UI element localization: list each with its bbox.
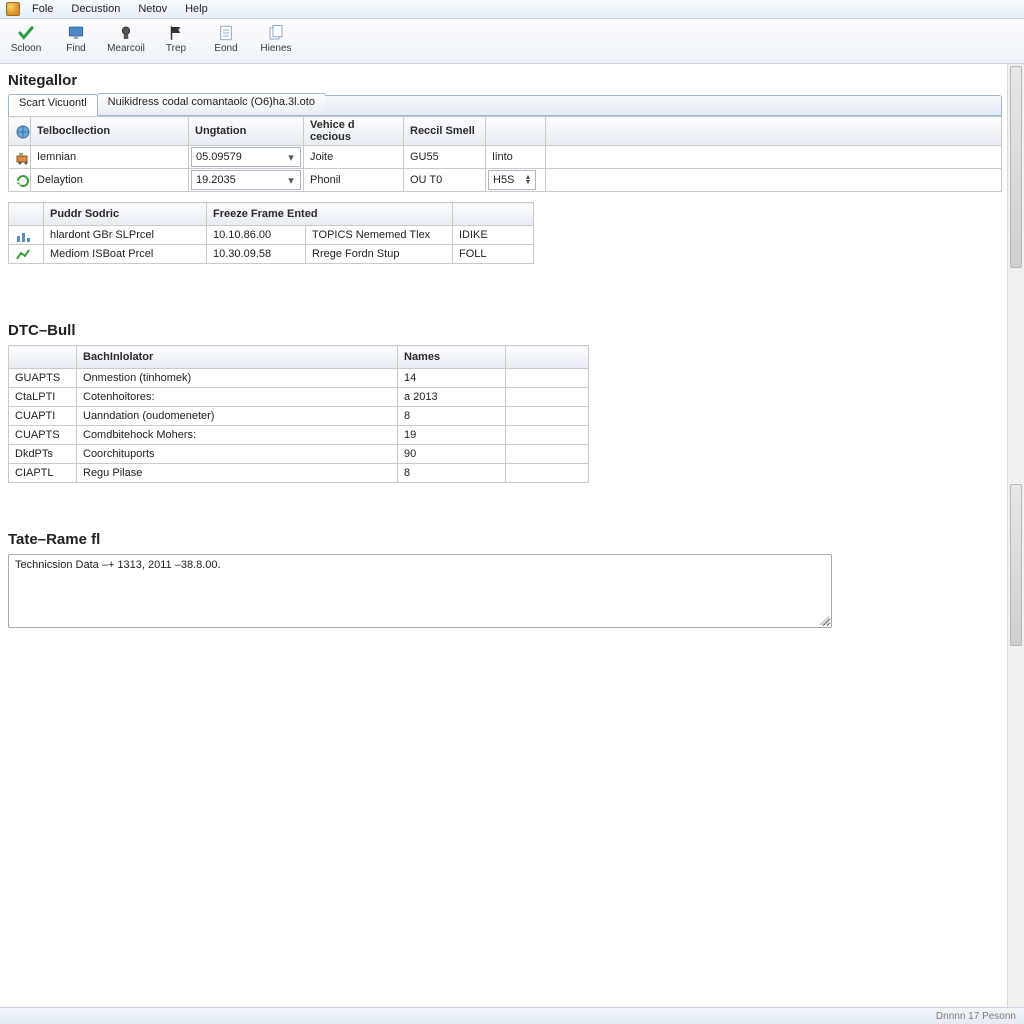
dtc-title: DTC–Bull xyxy=(8,322,1002,339)
flag-icon xyxy=(166,24,186,42)
freeze-cell: Rrege Fordn Stup xyxy=(306,245,453,264)
dtc-row: CUAPTIUanndation (oudomeneter)8 xyxy=(9,407,589,426)
dtc-title-text: DTC–Bull xyxy=(8,322,76,339)
vehicle-row: Delaytion 19.2035 ▾ Phonil OU T0 H5S ▲▼ xyxy=(9,169,1002,192)
tate-title-text: Tate–Rame fl xyxy=(8,531,100,548)
vehicle-cell: Phonil xyxy=(304,169,404,192)
main-content: Nitegallor Scart Vicuontl Nuikidress cod… xyxy=(2,64,1008,1010)
find-button[interactable]: Find xyxy=(54,21,98,65)
corner-cell xyxy=(9,117,31,146)
vehicle-label: Delaytion xyxy=(31,169,189,192)
freeze-row: Mediom ISBoat Prcel 10.30.09.58 Rrege Fo… xyxy=(9,245,534,264)
status-text: Dnnnn 17 Pesonn xyxy=(936,1011,1016,1022)
menu-item-help[interactable]: Help xyxy=(177,2,216,16)
page-title: Nitegallor xyxy=(8,72,1002,89)
freeze-cell: TOPICS Nememed Tlex xyxy=(306,226,453,245)
col-blank xyxy=(453,203,534,226)
freeze-table: Puddr Sodric Freeze Frame Ented hlardont… xyxy=(8,202,534,264)
dtc-row: CIAPTLRegu Pilase8 xyxy=(9,464,589,483)
check-icon xyxy=(16,24,36,42)
freeze-cell: Mediom ISBoat Prcel xyxy=(44,245,207,264)
freeze-cell: FOLL xyxy=(453,245,534,264)
col-blank xyxy=(486,117,546,146)
combo-value: 19.2035 xyxy=(196,174,236,186)
menu-item-fole[interactable]: Fole xyxy=(24,2,61,16)
menu-bar: Fole Decustion Netov Help xyxy=(0,0,1024,19)
globe-icon xyxy=(15,124,31,138)
vehicle-cell: OU T0 xyxy=(404,169,486,192)
freeze-cell: IDIKE xyxy=(453,226,534,245)
menu-item-netov[interactable]: Netov xyxy=(130,2,175,16)
chart-bar-icon xyxy=(15,228,31,242)
page-title-text: Nitegallor xyxy=(8,72,77,89)
menu-item-decustion[interactable]: Decustion xyxy=(63,2,128,16)
dtc-row: CUAPTSComdbitehock Mohers:19 xyxy=(9,426,589,445)
chevron-down-icon: ▾ xyxy=(284,173,298,187)
spin-arrows-icon: ▲▼ xyxy=(523,175,533,185)
vehicle-row: Iemnian 05.09579 ▾ Joite GU55 Iinto xyxy=(9,146,1002,169)
dtc-table: BachInlolator Names GUAPTSOnmestion (tin… xyxy=(8,345,589,483)
doc-stack-icon xyxy=(266,24,286,42)
freeze-row: hlardont GBr SLPrcel 10.10.86.00 TOPICS … xyxy=(9,226,534,245)
freeze-cell: 10.10.86.00 xyxy=(207,226,306,245)
toolbar-label: Scloon xyxy=(11,43,42,54)
technician-textarea[interactable]: Technicsion Data –+ 1313, 2011 –38.8.00. xyxy=(8,554,832,628)
app-icon xyxy=(6,2,20,16)
chart-line-icon xyxy=(15,247,31,261)
cart-icon xyxy=(15,150,31,164)
freeze-cell: 10.30.09.58 xyxy=(207,245,306,264)
tate-title: Tate–Rame fl xyxy=(8,531,1002,548)
toolbar-label: Mearcoil xyxy=(107,43,145,54)
spin-value: H5S xyxy=(493,174,514,186)
vehicle-table: Telbocllection Ungtation Vehice d ceciou… xyxy=(8,116,1002,192)
dtc-col-empty xyxy=(506,346,589,369)
dtc-row: CtaLPTICotenhoitores:a 2013 xyxy=(9,388,589,407)
col-filler xyxy=(546,117,1002,146)
toolbar-label: Eond xyxy=(214,43,237,54)
col-urg[interactable]: Ungtation xyxy=(189,117,304,146)
scroll-thumb[interactable] xyxy=(1010,484,1022,646)
dtc-col-desc[interactable]: BachInlolator xyxy=(77,346,398,369)
dtc-row: GUAPTSOnmestion (tinhomek)14 xyxy=(9,369,589,388)
chevron-down-icon: ▾ xyxy=(284,150,298,164)
vehicle-cell: Joite xyxy=(304,146,404,169)
freeze-cell: hlardont GBr SLPrcel xyxy=(44,226,207,245)
tab-strip-filler xyxy=(325,95,1002,115)
dtc-col-code xyxy=(9,346,77,369)
scroll-thumb[interactable] xyxy=(1010,66,1022,268)
tab-scart[interactable]: Scart Vicuontl xyxy=(8,94,98,116)
scloon-button[interactable]: Scloon xyxy=(4,21,48,65)
dtc-col-val[interactable]: Names xyxy=(398,346,506,369)
col-recc[interactable]: Reccil Smell xyxy=(404,117,486,146)
col-telboc[interactable]: Telbocllection xyxy=(31,117,189,146)
combo-iemnian[interactable]: 05.09579 ▾ xyxy=(191,147,301,167)
toolbar-label: Trep xyxy=(166,43,186,54)
monitor-icon xyxy=(66,24,86,42)
spin-h5s[interactable]: H5S ▲▼ xyxy=(488,170,536,190)
chip-icon xyxy=(116,24,136,42)
toolbar: Scloon Find Mearcoil Trep Eond Hienes xyxy=(0,19,1024,64)
toolbar-label: Hienes xyxy=(260,43,291,54)
col-vehice[interactable]: Vehice d cecious xyxy=(304,117,404,146)
status-bar: Dnnnn 17 Pesonn xyxy=(0,1007,1024,1024)
toolbar-label: Find xyxy=(66,43,85,54)
col-freeze[interactable]: Freeze Frame Ented xyxy=(207,203,453,226)
vertical-scrollbar[interactable] xyxy=(1007,64,1024,1010)
vehicle-cell: GU55 xyxy=(404,146,486,169)
tab-strip: Scart Vicuontl Nuikidress codal comantao… xyxy=(8,95,1002,116)
eond-button[interactable]: Eond xyxy=(204,21,248,65)
hienes-button[interactable]: Hienes xyxy=(254,21,298,65)
refresh-icon xyxy=(15,173,31,187)
vehicle-cell: Iinto xyxy=(486,146,546,169)
combo-value: 05.09579 xyxy=(196,151,242,163)
doc-lines-icon xyxy=(216,24,236,42)
combo-delaytion[interactable]: 19.2035 ▾ xyxy=(191,170,301,190)
technician-text: Technicsion Data –+ 1313, 2011 –38.8.00. xyxy=(15,559,221,571)
vehicle-label: Iemnian xyxy=(31,146,189,169)
mearcol-button[interactable]: Mearcoil xyxy=(104,21,148,65)
tab-second[interactable]: Nuikidress codal comantaolc (O6)ha.3l.ot… xyxy=(97,93,326,115)
trep-button[interactable]: Trep xyxy=(154,21,198,65)
col-puddr[interactable]: Puddr Sodric xyxy=(44,203,207,226)
dtc-row: DkdPTsCoorchituports90 xyxy=(9,445,589,464)
